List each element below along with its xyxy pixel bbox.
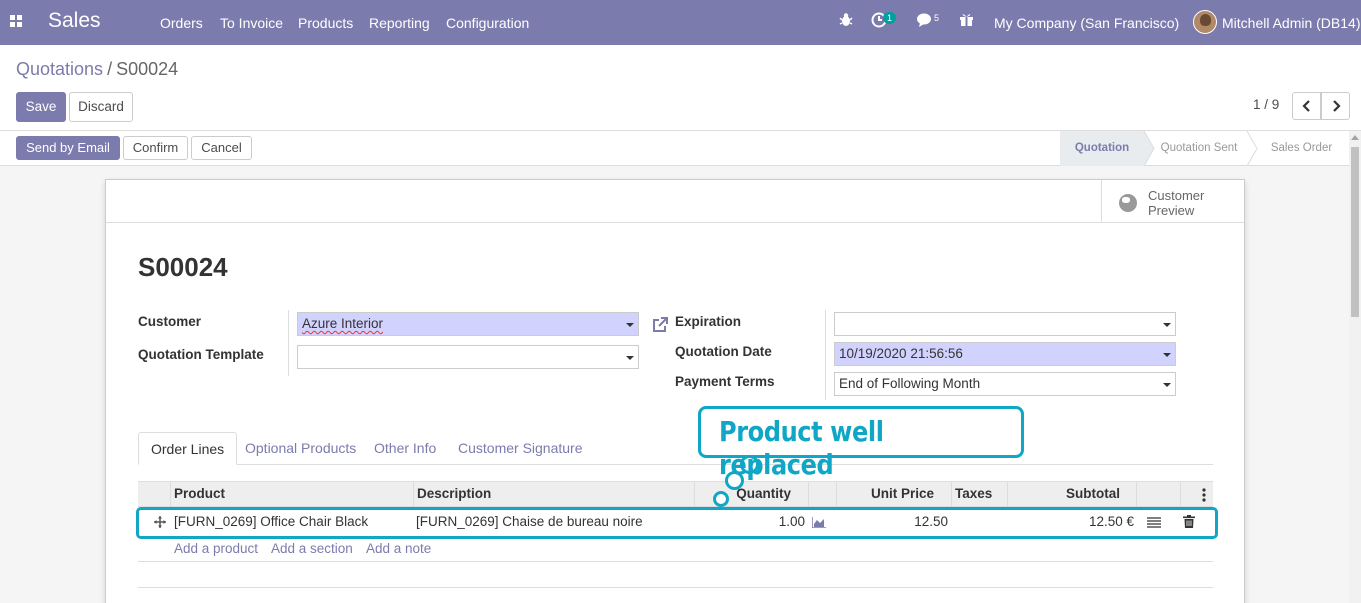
tab-order-lines[interactable]: Order Lines — [138, 432, 238, 465]
order-lines-header: Product Description Quantity Unit Price … — [138, 481, 1213, 507]
header-separator — [951, 482, 952, 506]
header-subtotal[interactable]: Subtotal — [1007, 482, 1120, 506]
right-group-divider — [825, 310, 826, 400]
table-row-separator — [138, 587, 1213, 588]
app-name[interactable]: Sales — [48, 9, 101, 33]
breadcrumb-separator: / — [107, 59, 113, 79]
add-a-product-link[interactable]: Add a product — [174, 541, 258, 556]
button-box: Customer Preview — [106, 180, 1244, 223]
expiration-label: Expiration — [675, 314, 742, 329]
message-count-badge: 5 — [934, 13, 940, 23]
cancel-button[interactable]: Cancel — [191, 136, 252, 160]
breadcrumb-quotations[interactable]: Quotations — [16, 59, 103, 79]
globe-icon — [1119, 194, 1137, 212]
menu-orders[interactable]: Orders — [160, 15, 203, 31]
pager-next-button[interactable] — [1321, 92, 1350, 120]
header-product[interactable]: Product — [174, 482, 225, 506]
scroll-up-arrow-icon[interactable] — [1351, 135, 1359, 140]
user-avatar[interactable] — [1193, 10, 1217, 34]
header-unit-price[interactable]: Unit Price — [836, 482, 934, 506]
scrollbar-thumb[interactable] — [1351, 147, 1359, 317]
customer-preview-label: Customer Preview — [1148, 188, 1204, 218]
menu-products[interactable]: Products — [298, 15, 353, 31]
payment-terms-field[interactable]: End of Following Month — [834, 372, 1176, 396]
payment-terms-value: End of Following Month — [839, 376, 981, 391]
annotation-text: Product well replaced — [719, 415, 884, 481]
header-separator — [413, 482, 414, 506]
customer-label: Customer — [138, 314, 202, 329]
menu-configuration[interactable]: Configuration — [446, 15, 529, 31]
optional-columns-icon[interactable] — [1201, 488, 1207, 502]
apps-menu-icon[interactable] — [10, 15, 24, 29]
discard-button[interactable]: Discard — [69, 92, 133, 122]
tab-other-info[interactable]: Other Info — [362, 432, 448, 465]
pager-value[interactable]: 1 / 9 — [1253, 97, 1279, 112]
user-menu[interactable]: Mitchell Admin (DB14) — [1222, 15, 1361, 31]
chevron-down-icon — [1163, 353, 1171, 357]
messages-chat-icon[interactable] — [917, 12, 935, 32]
customer-preview-button[interactable]: Customer Preview — [1101, 180, 1244, 223]
breadcrumb: Quotations / S00024 — [16, 59, 178, 80]
statusbar: Send by Email Confirm Cancel Quotation Q… — [0, 131, 1361, 166]
stage-quotation[interactable]: Quotation — [1060, 131, 1144, 166]
header-description[interactable]: Description — [417, 482, 491, 506]
form-sheet: Customer Preview S00024 Customer Quotati… — [105, 179, 1245, 603]
save-button[interactable]: Save — [16, 92, 66, 122]
send-by-email-button[interactable]: Send by Email — [16, 136, 120, 160]
stage-sales-order[interactable]: Sales Order — [1254, 131, 1349, 166]
customer-field[interactable]: Azure Interior — [297, 312, 639, 336]
annotation-callout: Product well replaced — [698, 406, 1024, 481]
chevron-down-icon — [626, 356, 634, 360]
expiration-field[interactable] — [834, 312, 1176, 336]
tab-customer-signature[interactable]: Customer Signature — [446, 432, 595, 465]
activity-count-badge: 1 — [883, 12, 897, 24]
table-row-separator — [138, 561, 1213, 562]
header-separator — [1180, 482, 1181, 506]
stage-arrow-2 — [1246, 131, 1258, 166]
annotation-bubble-small — [713, 491, 729, 507]
tab-optional-products[interactable]: Optional Products — [233, 432, 368, 465]
annotation-highlight-box — [136, 507, 1218, 539]
customer-value: Azure Interior — [302, 316, 384, 331]
chevron-down-icon — [626, 323, 634, 327]
page-scrollbar[interactable] — [1349, 131, 1361, 603]
payment-terms-label: Payment Terms — [675, 374, 775, 389]
quotation-date-value: 10/19/2020 21:56:56 — [839, 346, 963, 361]
header-separator — [1136, 482, 1137, 506]
pager-previous-button[interactable] — [1292, 92, 1321, 120]
external-link-icon[interactable] — [651, 316, 669, 334]
stage-arrow-1 — [1134, 131, 1155, 166]
quotation-template-field[interactable] — [297, 345, 639, 369]
quotation-date-label: Quotation Date — [675, 344, 772, 359]
preview-label-line1: Customer — [1148, 188, 1205, 203]
quotation-template-label: Quotation Template — [138, 347, 264, 362]
company-switcher[interactable]: My Company (San Francisco) — [994, 15, 1179, 31]
chevron-down-icon — [1163, 383, 1171, 387]
document-title: S00024 — [138, 252, 228, 282]
add-a-section-link[interactable]: Add a section — [271, 541, 353, 556]
header-taxes[interactable]: Taxes — [955, 482, 992, 506]
control-panel: Quotations / S00024 Save Discard 1 / 9 — [0, 45, 1361, 131]
preview-label-line2: Preview — [1148, 203, 1195, 218]
chevron-down-icon — [1163, 323, 1171, 327]
top-navbar: Sales Orders To Invoice Products Reporti… — [0, 0, 1361, 45]
add-a-note-link[interactable]: Add a note — [366, 541, 431, 556]
notebook-tabs: Order Lines Optional Products Other Info… — [138, 432, 1213, 465]
breadcrumb-current: S00024 — [116, 59, 179, 79]
menu-reporting[interactable]: Reporting — [369, 15, 430, 31]
confirm-button[interactable]: Confirm — [123, 136, 188, 160]
menu-to-invoice[interactable]: To Invoice — [220, 15, 283, 31]
debug-bug-icon[interactable] — [839, 12, 853, 32]
header-separator — [808, 482, 809, 506]
gift-icon[interactable] — [959, 12, 974, 31]
stage-quotation-sent[interactable]: Quotation Sent — [1144, 131, 1254, 166]
left-group-divider — [288, 310, 289, 376]
header-separator — [170, 482, 171, 506]
quotation-date-field[interactable]: 10/19/2020 21:56:56 — [834, 342, 1176, 366]
